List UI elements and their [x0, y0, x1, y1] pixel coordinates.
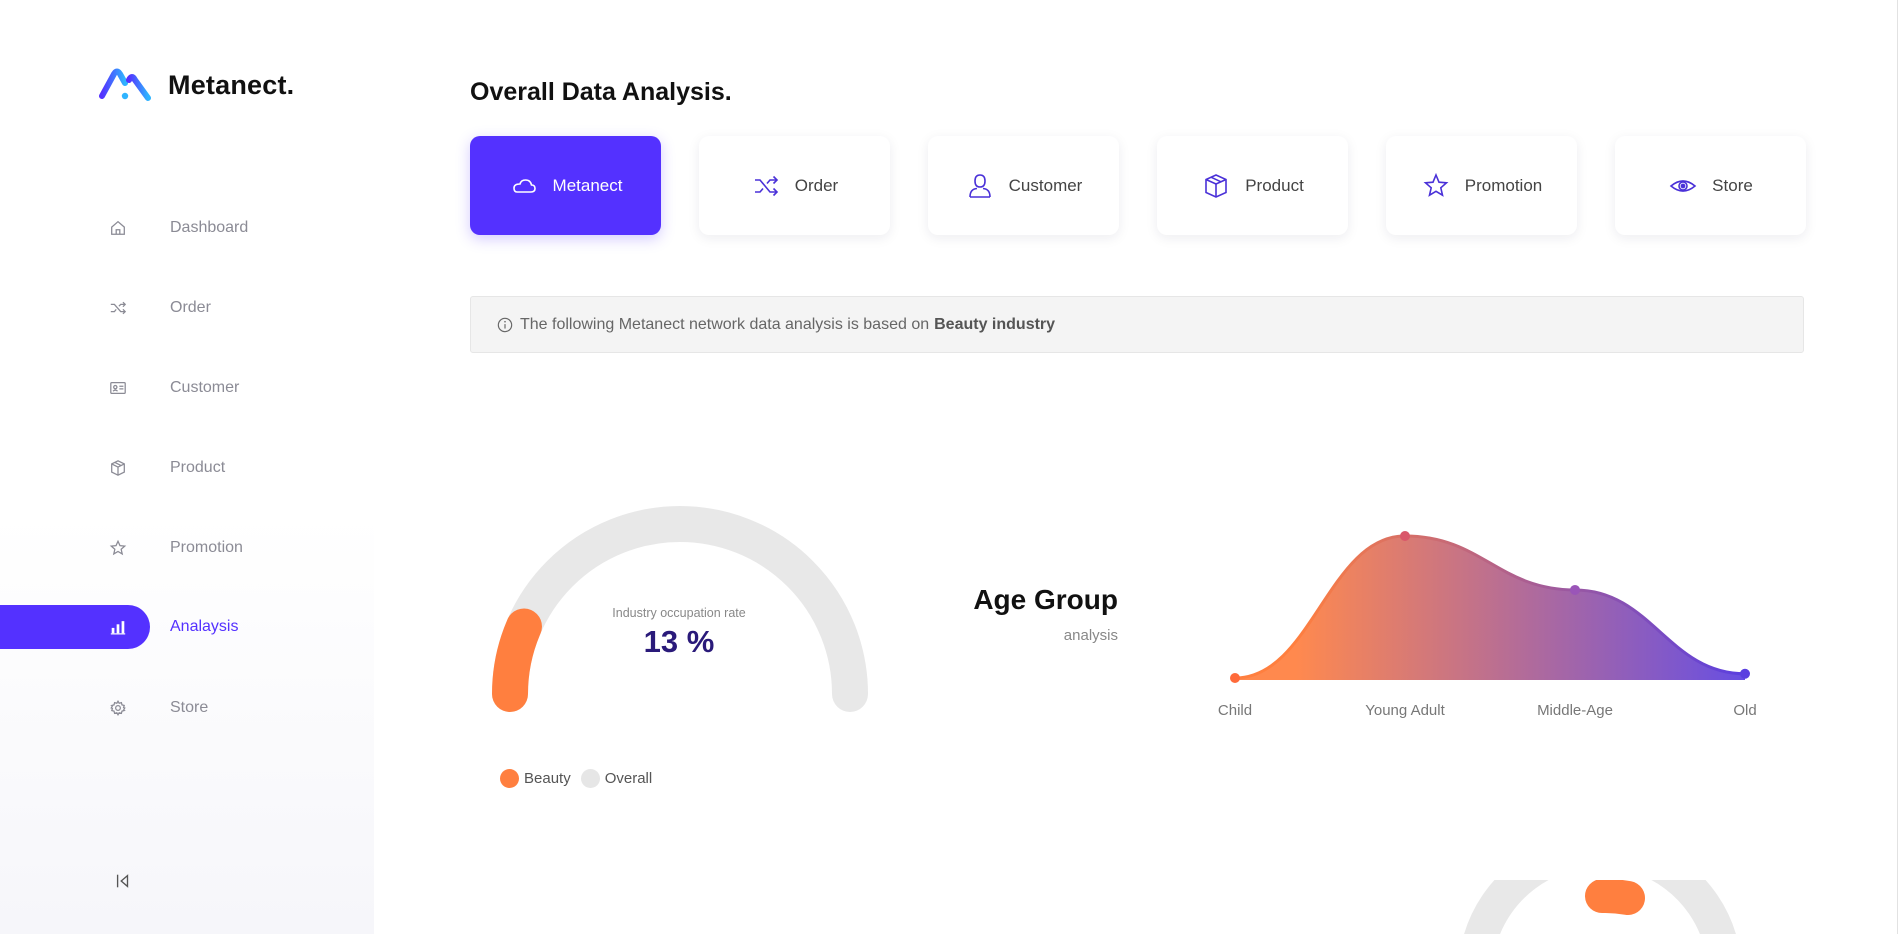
gauge-caption: Industry occupation rate	[612, 606, 746, 620]
box-icon	[108, 458, 128, 478]
tab-label: Product	[1245, 175, 1304, 195]
legend-label: Overall	[604, 770, 653, 787]
sidebar-item-store[interactable]: Store	[0, 686, 374, 730]
area-series	[1235, 536, 1745, 680]
sidebar-item-label: Dashboard	[170, 219, 249, 236]
sidebar-item-promotion[interactable]: Promotion	[0, 526, 374, 570]
sidebar-item-dashboard[interactable]: Dashboard	[0, 206, 374, 250]
sidebar-item-customer[interactable]: Customer	[0, 366, 374, 410]
sidebar: Metanect. Dashboard Order Customer Produ	[0, 0, 374, 934]
age-group-subtitle: analysis	[1063, 627, 1118, 644]
legend-dot	[580, 769, 600, 788]
shuffle-icon	[108, 298, 128, 318]
tab-label: Order	[794, 175, 839, 195]
tab-promotion[interactable]: Promotion	[1386, 136, 1577, 235]
collapse-sidebar-button[interactable]	[112, 870, 134, 892]
legend-item-beauty[interactable]: Beauty	[500, 769, 571, 788]
brand-name: Metanect.	[168, 69, 295, 100]
box-icon	[1201, 171, 1231, 201]
area-point-child[interactable]	[1230, 673, 1240, 683]
brand-logo[interactable]: Metanect.	[98, 66, 294, 104]
gear-icon	[108, 698, 128, 718]
sidebar-item-label: Store	[170, 699, 209, 716]
tab-label: Metanect	[552, 175, 623, 195]
scrollbar-track[interactable]	[1897, 0, 1898, 934]
sidebar-item-product[interactable]: Product	[0, 446, 374, 490]
occupation-gauge	[492, 506, 868, 712]
tab-label: Promotion	[1464, 175, 1543, 195]
star-icon	[108, 538, 128, 558]
area-point-middle-age[interactable]	[1570, 584, 1580, 595]
sidebar-item-label: Promotion	[170, 539, 243, 556]
tab-label: Customer	[1008, 175, 1083, 195]
id-card-icon	[108, 378, 128, 398]
tab-store[interactable]: Store	[1615, 136, 1806, 235]
sidebar-item-label: Order	[170, 299, 211, 316]
legend-label: Beauty	[524, 770, 571, 787]
legend-dot	[500, 769, 519, 788]
shuffle-icon	[751, 171, 781, 201]
area-point-old[interactable]	[1740, 668, 1750, 679]
bottom-donut-chart	[1464, 880, 1736, 934]
notice-text: The following Metanect network data anal…	[520, 315, 930, 333]
tab-product[interactable]: Product	[1157, 136, 1348, 235]
age-group-title: Age Group	[973, 584, 1118, 615]
user-icon	[965, 171, 995, 201]
cloud-icon	[509, 171, 539, 201]
tab-order[interactable]: Order	[699, 136, 890, 235]
x-tick-label: Young Adult	[1365, 702, 1445, 719]
gauge-legend: Beauty Overall	[500, 769, 662, 788]
tab-metanect[interactable]: Metanect	[470, 136, 661, 235]
gauge-value: 13 %	[643, 624, 715, 659]
legend-item-overall[interactable]: Overall	[580, 769, 653, 788]
x-tick-label: Middle-Age	[1537, 702, 1613, 719]
sidebar-item-order[interactable]: Order	[0, 286, 374, 330]
collapse-left-icon	[116, 874, 129, 888]
page-title: Overall Data Analysis.	[470, 78, 732, 106]
tab-label: Store	[1712, 175, 1753, 195]
home-icon	[108, 218, 128, 238]
star-icon	[1421, 171, 1451, 201]
tab-customer[interactable]: Customer	[928, 136, 1119, 235]
sidebar-item-label: Customer	[170, 379, 240, 396]
age-group-area-chart	[1230, 531, 1750, 683]
sidebar-item-label: Product	[170, 459, 226, 476]
sidebar-item-analysis[interactable]: Analaysis	[0, 605, 374, 649]
donut-fill	[1585, 880, 1645, 915]
area-point-young-adult[interactable]	[1400, 531, 1410, 541]
bar-chart-icon	[108, 617, 128, 637]
notice-emphasis: Beauty industry	[934, 315, 1056, 333]
app-root: Metanect. Dashboard Order Customer Produ	[0, 0, 1901, 934]
industry-notice: The following Metanect network data anal…	[470, 296, 1804, 353]
metanect-logo-icon	[99, 68, 151, 101]
x-tick-label: Old	[1733, 702, 1757, 719]
eye-icon	[1668, 171, 1698, 201]
info-icon	[497, 316, 514, 333]
x-tick-label: Child	[1217, 702, 1253, 719]
sidebar-item-label: Analaysis	[170, 618, 239, 635]
